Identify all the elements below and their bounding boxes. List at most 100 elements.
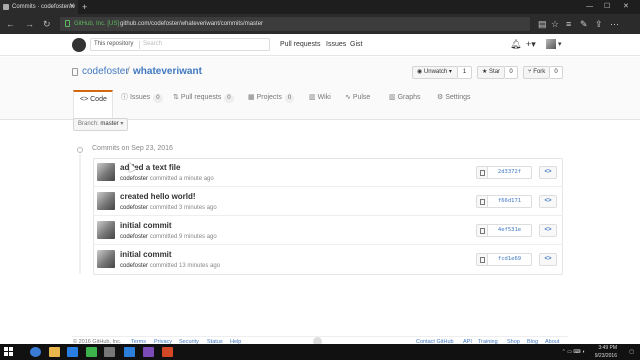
avatar-dropdown-icon[interactable]: ▾: [558, 38, 562, 51]
commit-author-avatar[interactable]: [97, 163, 115, 181]
pulse-icon: ∿: [345, 94, 353, 101]
user-avatar[interactable]: [546, 39, 556, 49]
app-blue-icon[interactable]: [124, 347, 135, 357]
wiki-book-icon: ▥: [309, 94, 318, 101]
copy-sha-button[interactable]: [476, 195, 488, 208]
watchers-count[interactable]: 1: [458, 66, 472, 79]
commit-title[interactable]: initial commit: [120, 221, 172, 230]
fork-button[interactable]: ⑂ Fork: [523, 66, 550, 79]
repo-owner-link[interactable]: codefoster: [82, 66, 129, 77]
reading-view-icon[interactable]: ▤: [538, 17, 547, 31]
taskbar-time[interactable]: 3:49 PM: [585, 344, 617, 352]
app-gray-icon[interactable]: [104, 347, 115, 357]
url-text[interactable]: github.com/codefoster/whateveriwant/comm…: [120, 17, 263, 31]
commit-title[interactable]: created hello world!: [120, 192, 196, 201]
commit-author[interactable]: codefoster: [120, 176, 148, 182]
commit-time: committed 9 minutes ago: [149, 234, 217, 240]
star-label: Star: [489, 69, 501, 75]
unwatch-button[interactable]: ◉ Unwatch ▾: [412, 66, 458, 79]
commit-title[interactable]: initial commit: [120, 250, 172, 259]
forks-count[interactable]: 0: [550, 66, 563, 79]
repo-name-link[interactable]: whateveriwant: [133, 66, 202, 77]
star-button[interactable]: ★ Star: [477, 66, 505, 79]
minimize-icon[interactable]: —: [586, 0, 593, 14]
browse-repo-button[interactable]: <>: [539, 166, 557, 179]
clipboard-icon: [480, 228, 485, 234]
clipboard-icon: [480, 199, 485, 205]
visual-studio-icon[interactable]: [143, 347, 154, 357]
commit-sha-link[interactable]: 2d3372f: [488, 166, 532, 179]
taskbar-date[interactable]: 9/23/2016: [585, 352, 617, 360]
edge-browser-icon[interactable]: [30, 347, 41, 357]
back-icon[interactable]: ←: [6, 14, 15, 34]
browse-repo-button[interactable]: <>: [539, 195, 557, 208]
tab-pull-requests-label: Pull requests: [180, 94, 222, 101]
nav-pull-requests[interactable]: Pull requests: [280, 38, 320, 51]
tab-code[interactable]: <> Code: [73, 90, 113, 120]
notifications-icon[interactable]: ▢: [624, 348, 634, 356]
commit-author-avatar[interactable]: [97, 192, 115, 210]
nav-issues[interactable]: Issues: [326, 38, 346, 51]
commit-author[interactable]: codefoster: [120, 234, 148, 240]
tab-pulse[interactable]: ∿ Pulse: [345, 90, 370, 120]
search-divider: [139, 41, 140, 49]
commit-meta: codefoster committed 9 minutes ago: [120, 234, 217, 240]
app-green-icon[interactable]: [86, 347, 97, 357]
unwatch-dropdown-icon: ▾: [447, 69, 452, 75]
windows-start-icon[interactable]: [4, 347, 14, 357]
commits-date-header: Commits on Sep 23, 2016: [92, 145, 173, 152]
copy-sha-button[interactable]: [476, 224, 488, 237]
web-note-icon[interactable]: ✎: [580, 17, 588, 31]
search-box[interactable]: This repository Search: [90, 38, 270, 51]
system-tray-icons[interactable]: ⌃ ▭ ⌨ ◖: [545, 348, 585, 356]
browser-tab-title: Commits · codefoster/w: [12, 4, 76, 10]
store-icon[interactable]: [67, 347, 78, 357]
notifications-bell-icon[interactable]: 🔔︎: [510, 38, 521, 51]
commit-sha-link[interactable]: 4ef531e: [488, 224, 532, 237]
browser-tab[interactable]: Commits · codefoster/w ✕: [0, 0, 78, 14]
lock-icon: [65, 20, 70, 27]
commit-author[interactable]: codefoster: [120, 263, 148, 269]
browse-repo-button[interactable]: <>: [539, 224, 557, 237]
tab-wiki[interactable]: ▥ Wiki: [309, 90, 331, 120]
share-icon[interactable]: ⇪: [595, 17, 603, 31]
repo-path-separator: /: [127, 66, 130, 77]
more-icon[interactable]: ⋯: [610, 17, 619, 31]
hub-icon[interactable]: ≡: [566, 17, 571, 31]
commit-sha-link[interactable]: fcd1e69: [488, 253, 532, 266]
tab-projects[interactable]: ▦ Projects 0: [248, 90, 295, 120]
stars-count[interactable]: 0: [505, 66, 518, 79]
pull-request-icon: ⇅: [173, 94, 181, 101]
tab-graphs[interactable]: ▥ Graphs: [389, 90, 421, 120]
powerpoint-icon[interactable]: [162, 347, 173, 357]
commit-sha-link[interactable]: f66d171: [488, 195, 532, 208]
file-explorer-icon[interactable]: [49, 347, 60, 357]
tab-pull-requests[interactable]: ⇅ Pull requests 0: [173, 90, 234, 120]
project-icon: ▦: [248, 94, 257, 101]
close-window-icon[interactable]: ✕: [623, 0, 629, 14]
tab-settings[interactable]: ⚙ Settings: [437, 90, 471, 120]
refresh-icon[interactable]: ↻: [43, 14, 51, 34]
search-input[interactable]: Search: [143, 39, 162, 50]
tab-issues-label: Issues: [129, 94, 151, 101]
github-logo-icon[interactable]: [72, 38, 86, 52]
commit-author[interactable]: codefoster: [120, 205, 148, 211]
maximize-icon[interactable]: ☐: [604, 0, 610, 14]
favorite-star-icon[interactable]: ☆: [551, 17, 559, 31]
nav-gist[interactable]: Gist: [350, 38, 362, 51]
branch-selector[interactable]: Branch: master ▾: [73, 118, 128, 131]
commit-author-avatar[interactable]: [97, 221, 115, 239]
unwatch-label: Unwatch: [423, 69, 448, 75]
commit-row: initial commit codefoster committed 13 m…: [93, 245, 563, 274]
copy-sha-button[interactable]: [476, 166, 488, 179]
forward-icon[interactable]: →: [25, 14, 34, 34]
commit-author-avatar[interactable]: [97, 250, 115, 268]
new-tab-button[interactable]: +: [82, 0, 87, 14]
create-new-plus-icon[interactable]: +▾: [526, 38, 536, 51]
close-tab-icon[interactable]: ✕: [69, 0, 75, 14]
browser-tab-bar: [0, 0, 640, 14]
copy-sha-button[interactable]: [476, 253, 488, 266]
secure-label: GitHub, Inc. [US]: [74, 21, 120, 27]
tab-issues[interactable]: ⓘ Issues 0: [121, 90, 163, 120]
browse-repo-button[interactable]: <>: [539, 253, 557, 266]
